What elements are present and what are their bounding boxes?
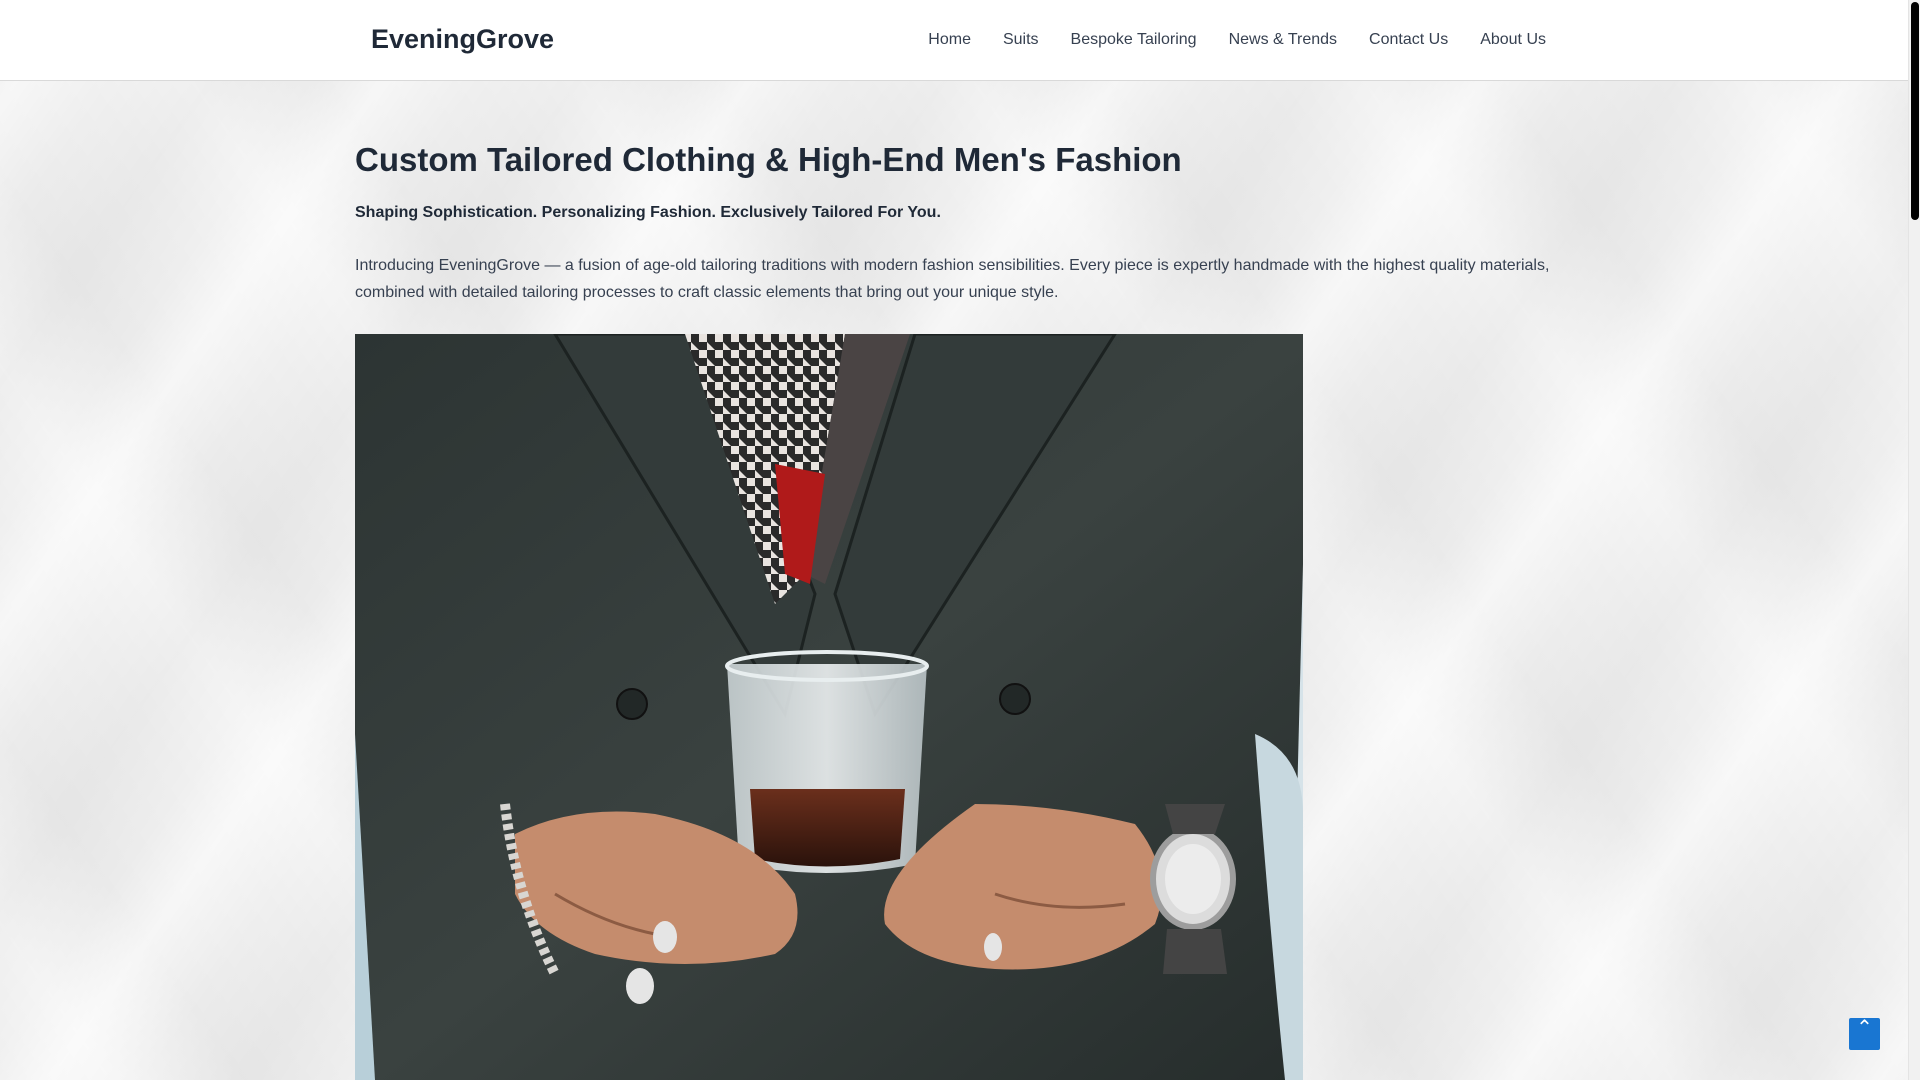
main-content: Custom Tailored Clothing & High-End Men'… [355, 80, 1555, 306]
main-nav: Home Suits Bespoke Tailoring News & Tren… [928, 0, 1546, 80]
scrollbar-thumb[interactable] [1911, 2, 1919, 220]
chevron-up-icon: ⌃ [1856, 1017, 1873, 1039]
nav-suits[interactable]: Suits [1003, 31, 1039, 49]
page-scrollbar[interactable] [1908, 0, 1920, 1080]
tagline: Shaping Sophistication. Personalizing Fa… [355, 204, 941, 221]
page-title: Custom Tailored Clothing & High-End Men'… [355, 141, 1182, 178]
nav-bespoke-tailoring[interactable]: Bespoke Tailoring [1071, 31, 1197, 49]
hero-image [355, 334, 1303, 1080]
site-header: EveningGrove Home Suits Bespoke Tailorin… [0, 0, 1909, 81]
back-to-top-button[interactable]: ⌃ [1849, 1018, 1880, 1050]
intro-paragraph: Introducing EveningGrove — a fusion of a… [355, 257, 1550, 301]
hero-illustration [355, 334, 1303, 1080]
brand-logo-text[interactable]: EveningGrove [371, 22, 554, 56]
nav-home[interactable]: Home [928, 31, 971, 49]
nav-news-trends[interactable]: News & Trends [1229, 31, 1337, 49]
nav-about-us[interactable]: About Us [1480, 31, 1546, 49]
nav-contact-us[interactable]: Contact Us [1369, 31, 1448, 49]
